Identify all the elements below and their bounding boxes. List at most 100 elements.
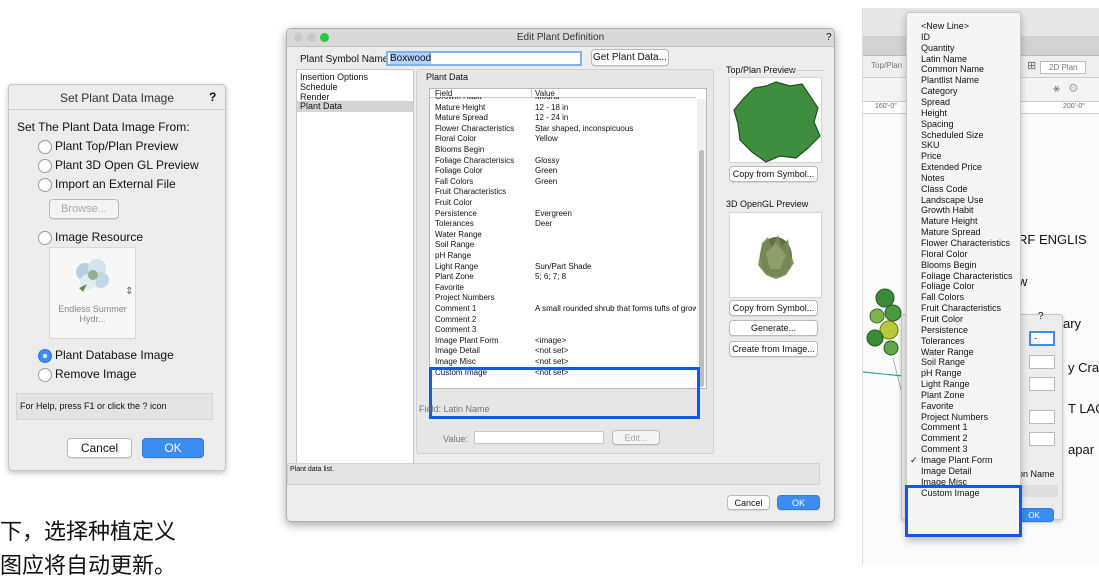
menu-item[interactable]: Comment 3 <box>907 444 1019 455</box>
nav-item-plant-data[interactable]: Plant Data <box>297 101 413 112</box>
table-row[interactable]: Blooms Begin <box>430 144 696 155</box>
menu-item[interactable]: Spread <box>907 97 1019 108</box>
radio-3d-opengl-preview[interactable] <box>38 159 52 173</box>
table-row[interactable]: Soil Range <box>430 239 696 250</box>
nav-item-insertion-options[interactable]: Insertion Options <box>300 72 368 82</box>
get-plant-data-button[interactable]: Get Plant Data... <box>591 49 669 66</box>
radio-image-resource[interactable] <box>38 231 52 245</box>
copy-from-symbol-button[interactable]: Copy from Symbol... <box>729 166 818 182</box>
menu-item[interactable]: Image Plant Form ✓ <box>907 455 1019 466</box>
menu-item[interactable]: Price <box>907 151 1019 162</box>
cancel-button[interactable]: Cancel <box>727 495 770 510</box>
table-row[interactable]: Fruit Color <box>430 197 696 208</box>
menu-item[interactable]: Latin Name <box>907 54 1019 65</box>
menu-item[interactable]: Tolerances <box>907 336 1019 347</box>
menu-item[interactable]: Growth Habit <box>907 205 1019 216</box>
menu-item[interactable]: Plant Zone <box>907 390 1019 401</box>
mini-dialog-field[interactable] <box>1029 432 1055 446</box>
generate-button[interactable]: Generate... <box>729 320 818 336</box>
menu-item[interactable]: Class Code <box>907 184 1019 195</box>
menu-item[interactable]: Persistence <box>907 325 1019 336</box>
menu-item[interactable]: Category <box>907 86 1019 97</box>
table-row[interactable]: Fall Colors Green <box>430 176 696 187</box>
table-row[interactable]: Tolerances Deer <box>430 218 696 229</box>
browse-button[interactable]: Browse... <box>49 199 119 219</box>
table-row[interactable]: Water Range <box>430 229 696 240</box>
menu-item[interactable]: Quantity <box>907 43 1019 54</box>
menu-item[interactable]: Mature Height <box>907 216 1019 227</box>
table-row[interactable]: Floral Color Yellow <box>430 133 696 144</box>
chevron-updown-icon[interactable]: ⇕ <box>125 286 133 297</box>
table-row[interactable]: Image Detail <not set> <box>430 345 696 356</box>
image-resource-thumbnail[interactable]: Endless Summer Hydr... <box>49 247 136 339</box>
table-row[interactable]: Flower Characteristics Star shaped, incon… <box>430 123 696 134</box>
menu-item[interactable]: pH Range <box>907 368 1019 379</box>
help-icon[interactable]: ? <box>826 32 832 43</box>
table-row[interactable]: Project Numbers <box>430 292 696 303</box>
menu-item[interactable]: Foliage Characteristics <box>907 271 1019 282</box>
table-row[interactable]: Comment 3 <box>430 324 696 335</box>
menu-item[interactable]: Image Detail <box>907 466 1019 477</box>
mini-dialog-field[interactable] <box>1029 377 1055 391</box>
menu-item[interactable]: <New Line> <box>907 21 1019 32</box>
value-input[interactable] <box>474 431 604 444</box>
menu-item[interactable]: Mature Spread <box>907 227 1019 238</box>
table-row[interactable]: Favorite <box>430 282 696 293</box>
table-row[interactable]: Persistence Evergreen <box>430 208 696 219</box>
menu-item[interactable]: Favorite <box>907 401 1019 412</box>
mini-dialog-field[interactable] <box>1029 410 1055 424</box>
menu-item[interactable]: Fruit Characteristics <box>907 303 1019 314</box>
radio-remove-image[interactable] <box>38 368 52 382</box>
menu-item[interactable]: Notes <box>907 173 1019 184</box>
menu-item[interactable]: Soil Range <box>907 357 1019 368</box>
radio-import-external-file[interactable] <box>38 178 52 192</box>
mini-dialog-field[interactable] <box>1029 355 1055 369</box>
menu-item[interactable]: Extended Price <box>907 162 1019 173</box>
menu-item[interactable]: Floral Color <box>907 249 1019 260</box>
mini-dialog-field[interactable]: - <box>1029 331 1055 346</box>
menu-item[interactable]: Scheduled Size <box>907 130 1019 141</box>
menu-item[interactable]: Project Numbers <box>907 412 1019 423</box>
scrollbar-thumb[interactable] <box>699 150 704 387</box>
table-row[interactable]: Foliage Color Green <box>430 165 696 176</box>
table-row[interactable]: Mature Height 12 - 18 in <box>430 102 696 113</box>
menu-item[interactable]: ID <box>907 32 1019 43</box>
menu-item[interactable]: Fruit Color <box>907 314 1019 325</box>
menu-item[interactable]: Fall Colors <box>907 292 1019 303</box>
menu-item[interactable]: Flower Characteristics <box>907 238 1019 249</box>
radio-top-plan-preview[interactable] <box>38 140 52 154</box>
ok-button[interactable]: OK <box>142 438 204 458</box>
cancel-button[interactable]: Cancel <box>67 438 132 458</box>
table-row[interactable]: Comment 1 A small rounded shrub that form… <box>430 303 696 314</box>
help-icon[interactable]: ? <box>1038 311 1044 322</box>
radio-plant-database-image[interactable] <box>38 349 52 363</box>
ok-button[interactable]: OK <box>777 495 820 510</box>
table-row[interactable]: Comment 2 <box>430 314 696 325</box>
table-row[interactable]: Image Misc <not set> <box>430 356 696 367</box>
menu-item[interactable]: Water Range <box>907 347 1019 358</box>
menu-item[interactable]: Comment 1 <box>907 422 1019 433</box>
table-row[interactable]: pH Range <box>430 250 696 261</box>
table-row[interactable]: Fruit Characteristics <box>430 186 696 197</box>
menu-item[interactable]: SKU <box>907 140 1019 151</box>
plant-symbol-name-field[interactable]: Boxwood <box>386 51 582 66</box>
edit-value-button[interactable]: Edit... <box>612 430 660 445</box>
table-row[interactable]: Mature Spread 12 - 24 in <box>430 112 696 123</box>
menu-item[interactable]: Plantlist Name <box>907 75 1019 86</box>
table-row[interactable]: Light Range Sun/Part Shade <box>430 261 696 272</box>
nav-item-schedule[interactable]: Schedule <box>300 82 338 92</box>
table-row[interactable]: Foliage Characterisics Glossy <box>430 155 696 166</box>
menu-item[interactable]: Spacing <box>907 119 1019 130</box>
field-dropdown-menu[interactable]: <New Line> ID Quantity Latin Name Common Nam… <box>906 12 1021 538</box>
menu-item[interactable]: Common Name <box>907 64 1019 75</box>
table-row[interactable]: Image Plant Form <image> <box>430 335 696 346</box>
help-icon[interactable]: ? <box>209 90 216 104</box>
menu-item[interactable]: Foliage Color <box>907 281 1019 292</box>
create-from-image-button[interactable]: Create from Image... <box>729 341 818 357</box>
menu-item[interactable]: Blooms Begin <box>907 260 1019 271</box>
menu-item[interactable]: Comment 2 <box>907 433 1019 444</box>
menu-item[interactable]: Landscape Use <box>907 195 1019 206</box>
menu-item[interactable]: Height <box>907 108 1019 119</box>
table-scrollbar[interactable] <box>697 99 706 387</box>
menu-item[interactable]: Light Range <box>907 379 1019 390</box>
